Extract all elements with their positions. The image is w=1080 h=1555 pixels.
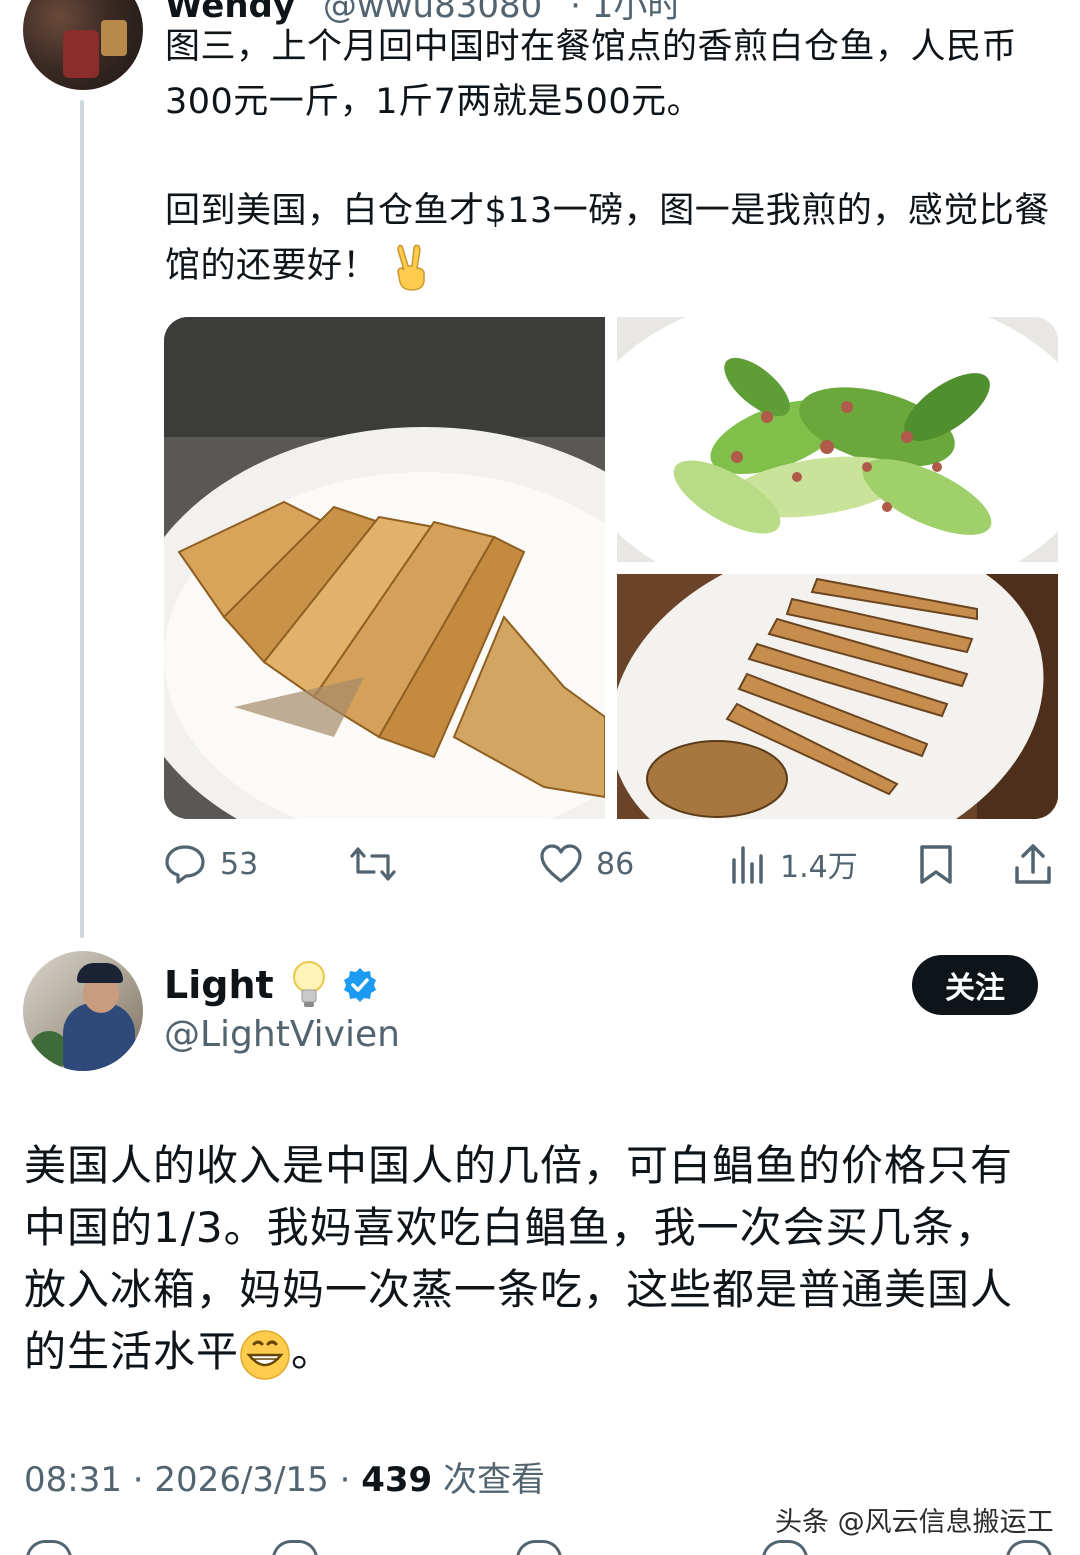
photo-fried-fish[interactable]: [164, 317, 605, 819]
watermark: 头条 @风云信息搬运工: [775, 1507, 1054, 1538]
tweet-date[interactable]: 2026/3/15: [154, 1460, 328, 1500]
lightbulb-emoji-icon: [292, 961, 325, 1007]
parent-tweet-text-para2-body: 回到美国，白仓鱼才$13一磅，图一是我煎的，感觉比餐馆的还要好！: [165, 191, 1050, 286]
tweet-views-label: 次查看: [443, 1460, 545, 1500]
share-button[interactable]: [1013, 840, 1053, 888]
main-tweet-action-bar-cut: [0, 1540, 1080, 1555]
bookmark-button[interactable]: [918, 840, 954, 888]
wendy-avatar[interactable]: [23, 0, 143, 90]
main-author-row: Light: [164, 960, 378, 1010]
retweet-icon[interactable]: [272, 1540, 318, 1555]
share-icon[interactable]: [1006, 1540, 1052, 1555]
heart-icon[interactable]: [516, 1540, 562, 1555]
share-icon: [1015, 844, 1051, 884]
photo-fried-smelt-platter[interactable]: [617, 574, 1058, 819]
bar-chart-icon: [732, 846, 763, 884]
tweet-time[interactable]: 08:31: [24, 1460, 122, 1500]
thread-connector-line: [80, 100, 84, 938]
tweet-detail-page: Wendy @wwu83080 · 1小时 图三，上个月回中国时在餐馆点的香煎白…: [0, 0, 1080, 1555]
like-count: 86: [596, 846, 635, 882]
main-display-name[interactable]: Light: [164, 963, 274, 1007]
like-button[interactable]: 86: [540, 840, 634, 888]
more-options-icon[interactable]: [1010, 0, 1036, 8]
follow-button[interactable]: 关注: [912, 955, 1038, 1015]
reply-icon: [165, 845, 205, 884]
light-avatar[interactable]: [23, 951, 143, 1071]
main-tweet-text-body: 美国人的收入是中国人的几倍，可白鲳鱼的价格只有中国的1/3。我妈喜欢吃白鲳鱼，我…: [24, 1141, 1014, 1376]
parent-tweet-action-bar: 53 86 1.4万: [0, 840, 1080, 890]
victory-hand-emoji-icon: [396, 244, 425, 291]
heart-icon: [540, 844, 582, 883]
media-grid: [164, 317, 1058, 819]
tweet-views-count: 439: [361, 1460, 433, 1500]
parent-tweet-text-para2: 回到美国，白仓鱼才$13一磅，图一是我煎的，感觉比餐馆的还要好！: [165, 184, 1060, 294]
parent-tweet-text-para1: 图三，上个月回中国时在餐馆点的香煎白仓鱼，人民币300元一斤，1斤7两就是500…: [165, 27, 1018, 122]
tweet-meta: 08:31 · 2026/3/15 · 439 次查看: [24, 1460, 545, 1500]
bookmark-icon[interactable]: [762, 1540, 808, 1555]
verified-badge-icon[interactable]: [342, 967, 378, 1003]
main-handle[interactable]: @LightVivien: [164, 1014, 400, 1055]
main-tweet-text: 美国人的收入是中国人的几倍，可白鲳鱼的价格只有中国的1/3。我妈喜欢吃白鲳鱼，我…: [24, 1135, 1034, 1383]
retweet-icon: [350, 847, 396, 881]
bookmark-icon: [920, 845, 952, 884]
grinning-face-emoji-icon: [240, 1329, 290, 1380]
reply-icon[interactable]: [26, 1540, 72, 1555]
reply-button[interactable]: 53: [164, 840, 258, 888]
views-count: 1.4万: [780, 850, 858, 885]
parent-tweet-header: Wendy @wwu83080 · 1小时: [165, 0, 681, 26]
reply-count: 53: [220, 846, 259, 882]
views-button[interactable]: 1.4万: [730, 840, 858, 888]
main-tweet-text-end: 。: [291, 1327, 335, 1376]
photo-stir-fried-lettuce[interactable]: [617, 317, 1058, 562]
retweet-button[interactable]: [350, 840, 396, 888]
